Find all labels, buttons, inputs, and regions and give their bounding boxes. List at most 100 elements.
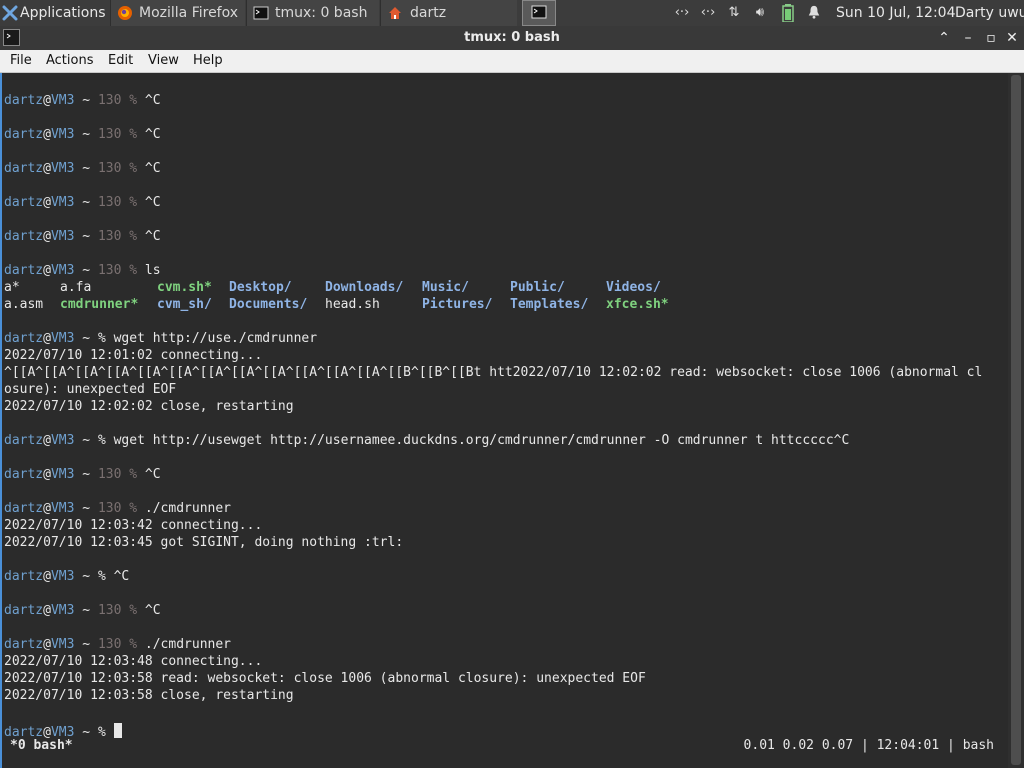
ls-entry: a.fa [60, 280, 92, 295]
prompt-user: dartz [4, 161, 44, 176]
prompt-user: dartz [4, 603, 44, 618]
ls-entry: Public/ [510, 280, 565, 295]
ls-entry: Pictures/ [422, 297, 493, 312]
prompt-dir: ~ [74, 637, 98, 652]
ls-entry: cmdrunner* [60, 297, 139, 312]
notifications-bell-icon[interactable] [805, 4, 823, 22]
prompt-at: @ [43, 331, 51, 346]
taskbar-item-dartz[interactable]: dartz [380, 0, 517, 26]
prompt-at: @ [43, 603, 51, 618]
applications-menu-button[interactable]: Applications [0, 0, 108, 26]
ls-entry: Downloads/ [325, 280, 404, 295]
terminal-launcher-button[interactable] [522, 0, 556, 26]
prompt-dir: ~ [74, 93, 98, 108]
tmux-status-bar: *0 bash* 0.01 0.02 0.07 | 12:04:01 | bas… [0, 738, 1008, 756]
prompt-line: dartz@VM3 ~ 130 % ^C [4, 126, 161, 143]
output-text: 2022/07/10 12:03:42 connecting... [4, 518, 263, 533]
output-text: 2022/07/10 12:03:45 got SIGINT, doing no… [4, 535, 404, 550]
prompt-exit-code: 130 % [97, 195, 145, 210]
clock[interactable]: Sun 10 Jul, 12:04 [836, 0, 956, 26]
volume-icon[interactable]: 🔊︎ [751, 4, 769, 22]
prompt-user: dartz [4, 93, 44, 108]
prompt-user: dartz [4, 127, 44, 142]
output-line: 2022/07/10 12:03:58 read: websocket: clo… [4, 670, 646, 687]
prompt-host: VM3 [50, 331, 75, 346]
taskbar-item-label: Mozilla Firefox [139, 5, 239, 21]
prompt-symbol: % [97, 433, 114, 448]
output-text: 2022/07/10 12:03:48 connecting... [4, 654, 263, 669]
prompt-dir: ~ [74, 501, 98, 516]
close-button[interactable]: ✕ [1002, 28, 1022, 48]
command-text: wget http://use./cmdrunner [113, 331, 318, 346]
network-icon[interactable]: ‹·› [699, 4, 717, 22]
window-titlebar[interactable]: tmux: 0 bash ⌃ – ▫ ✕ [0, 26, 1024, 50]
scrollbar-thumb[interactable] [1011, 75, 1021, 765]
prompt-dir: ~ [74, 195, 98, 210]
taskbar-item-tmux[interactable]: tmux: 0 bash [246, 0, 379, 26]
prompt-dir: ~ [74, 161, 98, 176]
prompt-line: dartz@VM3 ~ 130 % ^C [4, 194, 161, 211]
ls-entry: Documents/ [229, 297, 308, 312]
prompt-line: dartz@VM3 ~ % [4, 721, 122, 740]
prompt-line: dartz@VM3 ~ % wget http://use./cmdrunner [4, 330, 317, 347]
prompt-line: dartz@VM3 ~ % wget http://usewget http:/… [4, 432, 849, 449]
prompt-at: @ [43, 195, 51, 210]
menu-actions[interactable]: Actions [46, 50, 94, 72]
output-text: 2022/07/10 12:02:02 close, restarting [4, 399, 294, 414]
taskbar-item-label: dartz [410, 5, 447, 21]
menu-view[interactable]: View [148, 50, 179, 72]
prompt-line: dartz@VM3 ~ 130 % ^C [4, 602, 161, 619]
network-transfer-icon[interactable]: ⇅ [725, 4, 743, 22]
prompt-line: dartz@VM3 ~ 130 % ^C [4, 92, 161, 109]
prompt-line: dartz@VM3 ~ 130 % ^C [4, 466, 161, 483]
prompt-user: dartz [4, 569, 44, 584]
prompt-host: VM3 [50, 433, 75, 448]
prompt-at: @ [43, 127, 51, 142]
prompt-dir: ~ [74, 603, 98, 618]
taskbar-item-label: tmux: 0 bash [275, 5, 368, 21]
prompt-host: VM3 [50, 569, 75, 584]
output-text: osure): unexpected EOF [4, 382, 177, 397]
command-text: ./cmdrunner [144, 501, 231, 516]
output-line: 2022/07/10 12:03:48 connecting... [4, 653, 262, 670]
prompt-at: @ [43, 637, 51, 652]
prompt-dir: ~ [74, 467, 98, 482]
output-line: 2022/07/10 12:03:45 got SIGINT, doing no… [4, 534, 403, 551]
output-text: 2022/07/10 12:03:58 read: websocket: clo… [4, 671, 646, 686]
prompt-host: VM3 [50, 637, 75, 652]
ls-entry: head.sh [325, 297, 380, 312]
menu-file[interactable]: File [10, 50, 32, 72]
network-icon[interactable]: ‹·› [673, 4, 691, 22]
output-text: 2022/07/10 12:01:02 connecting... [4, 348, 263, 363]
prompt-symbol: % [97, 569, 114, 584]
terminal-icon [531, 5, 547, 19]
scrollbar[interactable] [1008, 73, 1024, 768]
prompt-line: dartz@VM3 ~ 130 % ^C [4, 160, 161, 177]
prompt-exit-code: 130 % [97, 603, 145, 618]
prompt-dir: ~ [74, 229, 98, 244]
taskbar-item-firefox[interactable]: Mozilla Firefox [110, 0, 245, 26]
command-text: ^C [144, 93, 161, 108]
user-menu[interactable]: Darty uwu [955, 0, 1024, 26]
prompt-line: dartz@VM3 ~ 130 % ls [4, 262, 161, 279]
output-line: ^[[A^[[A^[[A^[[A^[[A^[[A^[[A^[[A^[[A^[[A… [4, 364, 982, 381]
maximize-button[interactable]: ▫ [981, 28, 1001, 48]
tmux-window-label: *0 bash* [10, 738, 73, 753]
prompt-line: dartz@VM3 ~ 130 % ./cmdrunner [4, 500, 231, 517]
prompt-host: VM3 [50, 229, 75, 244]
command-text: ^C [144, 127, 161, 142]
prompt-host: VM3 [50, 263, 75, 278]
chevron-up-icon[interactable]: ⌃ [934, 28, 954, 48]
battery-icon[interactable] [779, 4, 797, 23]
minimize-button[interactable]: – [958, 28, 978, 48]
home-folder-icon [389, 7, 401, 19]
menu-edit[interactable]: Edit [108, 50, 133, 72]
command-text: ^C [144, 467, 161, 482]
terminal-area[interactable]: dartz@VM3 ~ 130 % ^C dartz@VM3 ~ 130 % ^C… [0, 73, 1008, 768]
output-line: osure): unexpected EOF [4, 381, 176, 398]
output-line: 2022/07/10 12:03:58 close, restarting [4, 687, 294, 704]
prompt-exit-code: 130 % [97, 637, 145, 652]
menu-help[interactable]: Help [193, 50, 223, 72]
prompt-exit-code: 130 % [97, 501, 145, 516]
menubar: File Actions Edit View Help [0, 50, 1024, 73]
